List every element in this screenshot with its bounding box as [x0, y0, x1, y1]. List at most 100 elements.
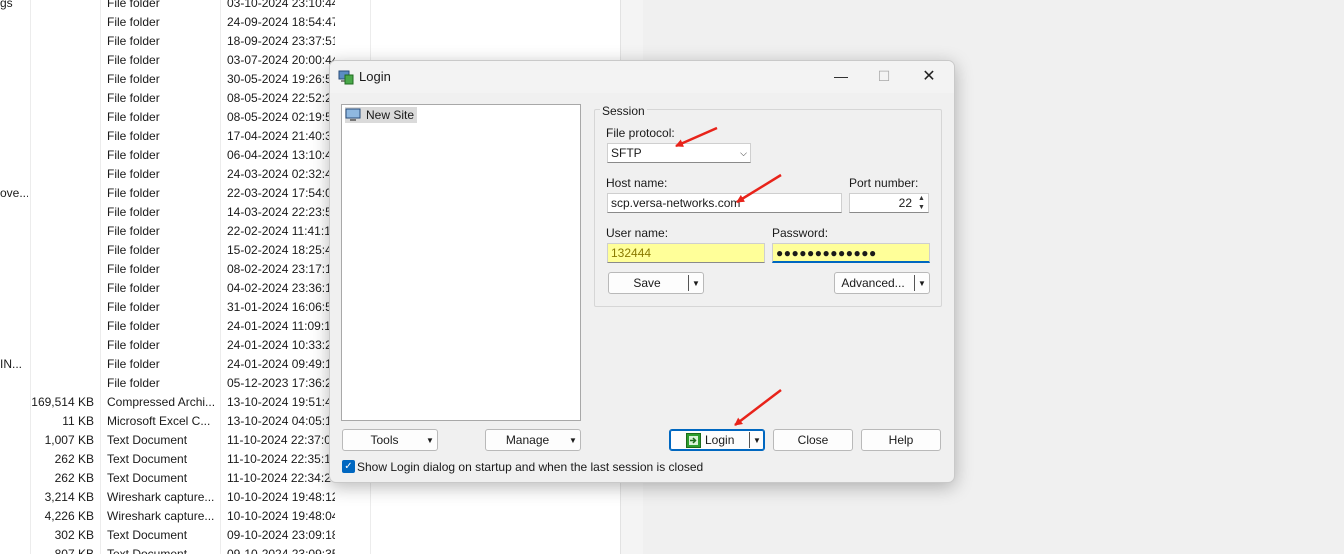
file-type: File folder [107, 91, 160, 105]
file-type: File folder [107, 224, 160, 238]
file-date: 24-01-2024 09:49:13 [227, 357, 335, 371]
file-name: gs [0, 0, 13, 10]
startup-checkbox[interactable]: ✓ [342, 460, 355, 473]
file-size: 302 KB [54, 528, 94, 542]
login-button[interactable]: Login ▼ [669, 429, 765, 451]
file-type: File folder [107, 110, 160, 124]
split-separator [749, 432, 750, 448]
file-type: File folder [107, 0, 160, 10]
file-type: File folder [107, 357, 160, 371]
file-date: 05-12-2023 17:36:27 [227, 376, 335, 390]
file-date: 22-03-2024 17:54:07 [227, 186, 335, 200]
dropdown-arrow-icon[interactable]: ▼ [918, 279, 926, 288]
help-button[interactable]: Help [861, 429, 941, 451]
file-type: Wireshark capture... [107, 509, 215, 523]
title-bar[interactable]: Login — ☐ ✕ [330, 61, 954, 93]
file-type: Text Document [107, 433, 188, 447]
file-type: Text Document [107, 471, 188, 485]
file-row[interactable]: File folder 24-09-2024 18:54:47 [0, 13, 620, 32]
site-tree[interactable]: New Site [341, 104, 581, 421]
file-size: 262 KB [54, 452, 94, 466]
file-type: File folder [107, 148, 160, 162]
file-type: File folder [107, 338, 160, 352]
dropdown-arrow-icon[interactable]: ▼ [753, 436, 761, 445]
close-window-button[interactable]: ✕ [906, 61, 952, 91]
advanced-button[interactable]: Advanced... ▼ [834, 272, 930, 294]
file-row[interactable]: 4,226 KB Wireshark capture... 10-10-2024 1… [0, 507, 620, 526]
dropdown-arrow-icon: ▼ [426, 435, 434, 445]
split-separator [914, 275, 915, 291]
file-row[interactable]: 302 KB Text Document 09-10-2024 23:09:18 [0, 526, 620, 545]
dialog-title: Login [359, 69, 391, 84]
minimize-icon: — [834, 68, 848, 84]
host-name-input[interactable]: scp.versa-networks.com [607, 193, 842, 213]
file-type: File folder [107, 129, 160, 143]
file-type: File folder [107, 205, 160, 219]
file-type: Compressed Archi... [107, 395, 216, 409]
minimize-button[interactable]: — [818, 61, 864, 91]
file-protocol-select[interactable]: SFTP ⌵ [607, 143, 751, 163]
file-date: 24-03-2024 02:32:45 [227, 167, 335, 181]
arrow-down-icon[interactable]: ▼ [915, 203, 928, 212]
file-size: 262 KB [54, 471, 94, 485]
password-input[interactable]: ●●●●●●●●●●●●● [772, 243, 930, 263]
file-date: 13-10-2024 19:51:44 [227, 395, 335, 409]
host-name-label: Host name: [606, 176, 668, 190]
advanced-button-label: Advanced... [841, 276, 905, 290]
dropdown-arrow-icon[interactable]: ▼ [692, 279, 700, 288]
file-name: ove... [0, 186, 28, 200]
file-date: 11-10-2024 22:37:07 [227, 433, 335, 447]
file-type: Text Document [107, 452, 188, 466]
split-separator [688, 275, 689, 291]
file-type: File folder [107, 72, 160, 86]
file-size: 11 KB [62, 414, 94, 428]
file-date: 14-03-2024 22:23:57 [227, 205, 335, 219]
file-date: 17-04-2024 21:40:32 [227, 129, 335, 143]
file-date: 15-02-2024 18:25:43 [227, 243, 335, 257]
file-row[interactable]: 3,214 KB Wireshark capture... 10-10-2024 1… [0, 488, 620, 507]
file-date: 03-07-2024 20:00:44 [227, 53, 335, 67]
computer-monitor-icon [345, 108, 361, 121]
file-type: File folder [107, 281, 160, 295]
file-date: 08-02-2024 23:17:12 [227, 262, 335, 276]
password-label: Password: [772, 226, 829, 240]
manage-button[interactable]: Manage ▼ [485, 429, 581, 451]
file-date: 24-01-2024 10:33:29 [227, 338, 335, 352]
file-protocol-value: SFTP [611, 146, 642, 160]
file-date: 11-10-2024 22:34:24 [227, 471, 335, 485]
maximize-icon: ☐ [877, 67, 891, 84]
file-type: File folder [107, 243, 160, 257]
file-type: File folder [107, 376, 160, 390]
dropdown-arrow-icon: ▼ [569, 435, 577, 445]
user-name-input[interactable]: 132444 [607, 243, 765, 263]
file-date: 08-05-2024 22:52:27 [227, 91, 335, 105]
site-item-new-site[interactable]: New Site [345, 107, 418, 123]
session-legend: Session [600, 104, 647, 118]
file-date: 09-10-2024 23:09:18 [227, 528, 335, 542]
file-date: 13-10-2024 04:05:10 [227, 414, 335, 428]
file-size: 4,226 KB [44, 509, 94, 523]
file-row[interactable]: 807 KB Text Document 09-10-2024 23:09:35 [0, 545, 620, 554]
close-button[interactable]: Close [773, 429, 853, 451]
close-icon: ✕ [922, 68, 936, 85]
tools-button[interactable]: Tools ▼ [342, 429, 438, 451]
file-date: 24-09-2024 18:54:47 [227, 15, 335, 29]
file-type: Text Document [107, 547, 188, 554]
winscp-computer-icon [338, 70, 354, 85]
file-row[interactable]: File folder 18-09-2024 23:37:51 [0, 32, 620, 51]
save-button[interactable]: Save ▼ [608, 272, 704, 294]
file-type: File folder [107, 15, 160, 29]
file-date: 22-02-2024 11:41:10 [227, 224, 335, 238]
arrow-up-icon[interactable]: ▲ [915, 194, 928, 203]
login-dialog: Login — ☐ ✕ New Site Session File protoc… [329, 60, 955, 483]
file-type: File folder [107, 186, 160, 200]
file-date: 04-02-2024 23:36:17 [227, 281, 335, 295]
file-size: 1,007 KB [44, 433, 94, 447]
file-type: Text Document [107, 528, 188, 542]
port-stepper[interactable]: ▲ ▼ [915, 194, 928, 212]
file-row[interactable]: gs File folder 03-10-2024 23:10:44 [0, 0, 620, 13]
file-type: Microsoft Excel C... [107, 414, 211, 428]
maximize-button[interactable]: ☐ [861, 61, 907, 91]
file-date: 24-01-2024 11:09:17 [227, 319, 335, 333]
checkmark-icon: ✓ [344, 461, 353, 472]
